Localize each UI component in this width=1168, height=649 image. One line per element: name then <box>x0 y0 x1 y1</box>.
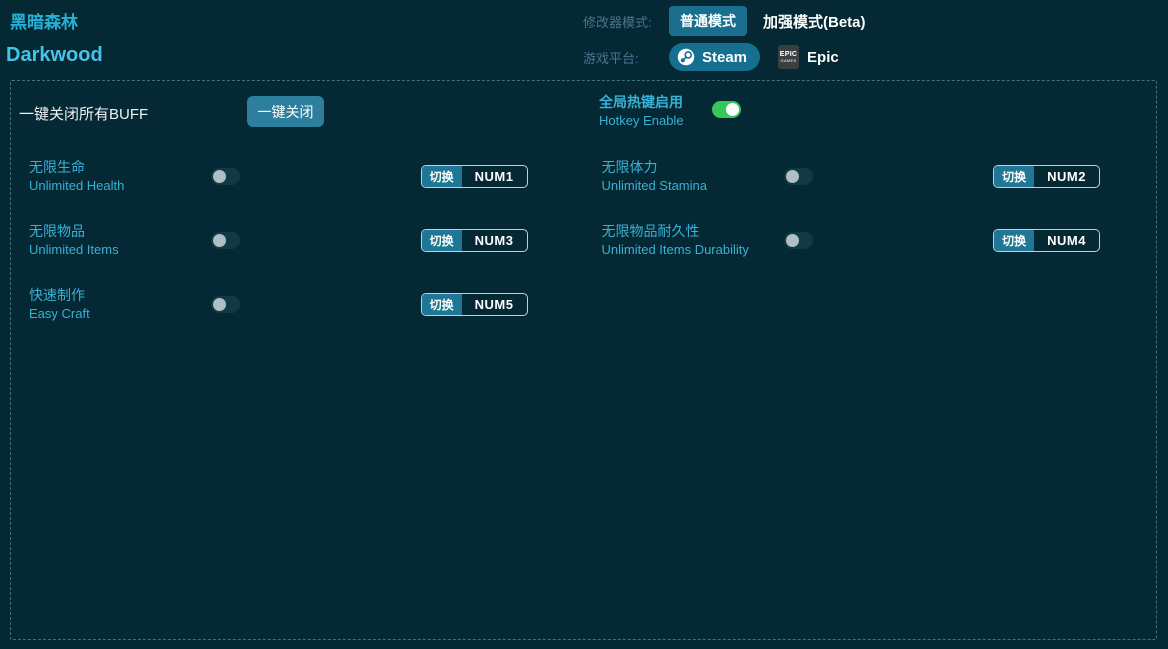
game-title-cn: 黑暗森林 <box>10 13 78 32</box>
feature-labels: 无限物品 Unlimited Items <box>29 224 211 256</box>
toggle-knob <box>785 233 799 247</box>
feature-labels: 无限物品耐久性 Unlimited Items Durability <box>602 224 784 256</box>
hotkey-key-label[interactable]: NUM2 <box>1034 166 1099 187</box>
toggle-knob <box>213 233 226 247</box>
platform-steam-label: Steam <box>702 48 748 66</box>
hotkey-enable-label-cn: 全局热键启用 <box>599 94 683 110</box>
feature-row: 快速制作 Easy Craft 切换 NUM5 <box>11 272 584 336</box>
feature-row: 无限物品 Unlimited Items 切换 NUM3 <box>11 208 584 272</box>
features-grid: 无限生命 Unlimited Health 切换 NUM1 无限体力 Unlim… <box>11 144 1156 336</box>
toggle-knob <box>726 103 739 116</box>
hotkey-toggle-button[interactable]: 切换 <box>421 165 462 187</box>
disable-all-buff-button[interactable]: 一键关闭 <box>247 96 324 127</box>
feature-row: 无限体力 Unlimited Stamina 切换 NUM2 <box>584 144 1157 208</box>
toggle-knob <box>785 169 799 183</box>
feature-hotkey-control[interactable]: 切换 NUM5 <box>420 292 528 316</box>
feature-hotkey-control[interactable]: 切换 NUM2 <box>993 164 1100 188</box>
mode-row: 修改器模式: 普通模式 加强模式(Beta) <box>583 6 866 36</box>
feature-name-cn: 无限物品 <box>29 223 85 239</box>
feature-labels: 无限生命 Unlimited Health <box>29 160 211 192</box>
platform-option-steam[interactable]: Steam <box>669 43 761 71</box>
feature-name-cn: 快速制作 <box>29 287 85 303</box>
hotkey-enable-label-en: Hotkey Enable <box>599 113 684 128</box>
hotkey-toggle-button[interactable]: 切换 <box>421 293 462 315</box>
feature-name-en: Easy Craft <box>29 306 90 321</box>
feature-toggle[interactable] <box>211 231 240 249</box>
feature-row: 无限物品耐久性 Unlimited Items Durability 切换 NU… <box>584 208 1157 272</box>
hotkey-key-label[interactable]: NUM5 <box>462 294 527 315</box>
hotkey-enable-toggle[interactable] <box>712 101 741 118</box>
steam-icon <box>677 48 695 66</box>
feature-hotkey-control[interactable]: 切换 NUM3 <box>420 228 528 252</box>
hotkey-key-label[interactable]: NUM1 <box>462 166 527 187</box>
hotkey-key-label[interactable]: NUM3 <box>462 230 527 251</box>
feature-name-en: Unlimited Items Durability <box>601 242 749 257</box>
feature-toggle[interactable] <box>783 167 813 185</box>
hotkey-toggle-button[interactable]: 切换 <box>994 165 1035 187</box>
platform-epic-label: Epic <box>807 48 839 66</box>
header-controls: 修改器模式: 普通模式 加强模式(Beta) 游戏平台: Steam EPIC … <box>583 6 866 78</box>
platform-label: 游戏平台: <box>583 50 639 66</box>
feature-hotkey-control[interactable]: 切换 NUM1 <box>420 164 528 188</box>
feature-name-cn: 无限生命 <box>29 159 85 175</box>
feature-name-cn: 无限物品耐久性 <box>601 223 700 239</box>
hotkey-enable-block: 全局热键启用 Hotkey Enable <box>599 95 684 127</box>
feature-toggle[interactable] <box>211 295 240 313</box>
mode-option-enhanced[interactable]: 加强模式(Beta) <box>763 11 866 32</box>
feature-hotkey-control[interactable]: 切换 NUM4 <box>993 228 1100 252</box>
feature-toggle[interactable] <box>783 231 813 249</box>
feature-name-en: Unlimited Stamina <box>601 178 708 193</box>
feature-name-en: Unlimited Health <box>29 178 125 193</box>
feature-toggle[interactable] <box>211 167 240 185</box>
feature-name-cn: 无限体力 <box>601 159 658 175</box>
feature-row: 无限生命 Unlimited Health 切换 NUM1 <box>11 144 584 208</box>
disable-all-buff-label: 一键关闭所有BUFF <box>19 106 149 123</box>
trainer-panel: 一键关闭所有BUFF 一键关闭 全局热键启用 Hotkey Enable 无限生… <box>10 80 1157 640</box>
mode-option-normal[interactable]: 普通模式 <box>669 6 747 36</box>
mode-label: 修改器模式: <box>583 14 652 30</box>
platform-option-epic[interactable]: EPIC GAMES Epic <box>778 45 839 69</box>
epic-games-icon: EPIC GAMES <box>778 45 800 69</box>
feature-labels: 无限体力 Unlimited Stamina <box>602 160 784 192</box>
hotkey-toggle-button[interactable]: 切换 <box>421 229 462 251</box>
hotkey-toggle-button[interactable]: 切换 <box>994 229 1035 251</box>
game-title-en: Darkwood <box>6 44 103 66</box>
platform-row: 游戏平台: Steam EPIC GAMES Epic <box>583 42 866 72</box>
toggle-knob <box>213 169 226 183</box>
feature-name-en: Unlimited Items <box>29 242 119 257</box>
feature-labels: 快速制作 Easy Craft <box>29 288 211 320</box>
toggle-knob <box>213 297 226 311</box>
hotkey-key-label[interactable]: NUM4 <box>1034 230 1099 251</box>
